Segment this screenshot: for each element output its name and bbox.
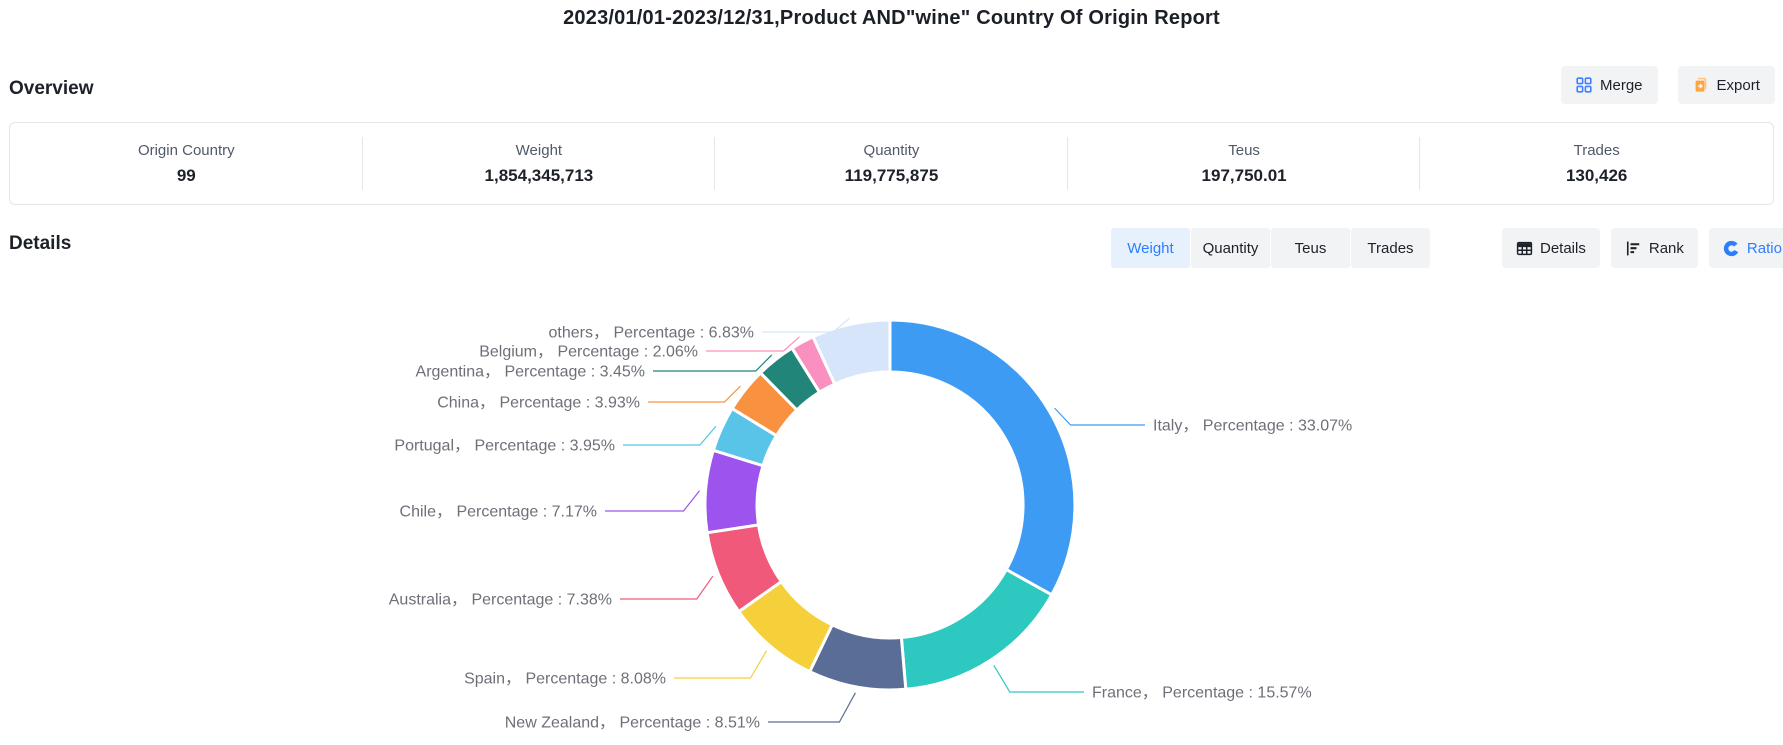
stat-label: Origin Country — [138, 142, 235, 159]
stat-trades: Trades 130,426 — [1420, 123, 1773, 204]
stat-value: 119,775,875 — [845, 166, 939, 186]
export-button-label: Export — [1717, 77, 1760, 94]
page-title: 2023/01/01-2023/12/31,Product AND"wine" … — [0, 7, 1783, 30]
stat-label: Weight — [516, 142, 562, 159]
pie-label-china: China， Percentage : 3.93% — [437, 395, 640, 412]
overview-stats-card: Origin Country 99 Weight 1,854,345,713 Quant… — [9, 122, 1774, 205]
export-icon — [1693, 77, 1709, 93]
pie-label-belgium: Belgium， Percentage : 2.06% — [479, 344, 698, 361]
pie-label-spain: Spain， Percentage : 8.08% — [464, 671, 666, 688]
pie-svg: Italy， Percentage : 33.07% France， Percen… — [0, 245, 1783, 745]
top-buttons: Merge Export — [1561, 66, 1775, 104]
ratio-pie-chart: Italy， Percentage : 33.07% France， Percen… — [0, 245, 1783, 745]
export-button[interactable]: Export — [1678, 66, 1775, 104]
stat-label: Teus — [1228, 142, 1260, 159]
pie-segment-france[interactable] — [901, 570, 1051, 690]
merge-icon — [1576, 77, 1592, 93]
pie-label-line-spain — [674, 651, 767, 678]
overview-heading: Overview — [9, 78, 94, 100]
pie-label-line-new-zealand — [768, 693, 855, 722]
stat-quantity: Quantity 119,775,875 — [715, 123, 1068, 204]
stat-value: 197,750.01 — [1202, 166, 1287, 186]
pie-label-australia: Australia， Percentage : 7.38% — [389, 592, 612, 609]
stat-origin-country: Origin Country 99 — [10, 123, 363, 204]
stat-value: 130,426 — [1566, 166, 1627, 186]
stat-value: 1,854,345,713 — [485, 166, 594, 186]
pie-label-italy: Italy， Percentage : 33.07% — [1153, 418, 1352, 435]
pie-label-france: France， Percentage : 15.57% — [1092, 685, 1312, 702]
stat-label: Quantity — [864, 142, 920, 159]
stat-value: 99 — [177, 166, 196, 186]
pie-label-line-portugal — [623, 426, 716, 445]
merge-button[interactable]: Merge — [1561, 66, 1658, 104]
pie-label-line-italy — [1055, 408, 1145, 425]
pie-label-line-others — [762, 318, 849, 332]
pie-segment-italy[interactable] — [890, 320, 1075, 595]
pie-label-line-australia — [620, 576, 713, 599]
merge-button-label: Merge — [1600, 77, 1643, 94]
pie-label-chile: Chile， Percentage : 7.17% — [400, 504, 597, 521]
pie-label-new-zealand: New Zealand， Percentage : 8.51% — [505, 715, 760, 732]
pie-label-line-china — [648, 386, 741, 402]
pie-label-argentina: Argentina， Percentage : 3.45% — [416, 364, 645, 381]
stat-weight: Weight 1,854,345,713 — [363, 123, 716, 204]
stat-label: Trades — [1574, 142, 1620, 159]
pie-label-portugal: Portugal， Percentage : 3.95% — [394, 438, 615, 455]
pie-label-others: others， Percentage : 6.83% — [549, 325, 754, 342]
stat-teus: Teus 197,750.01 — [1068, 123, 1421, 204]
pie-label-line-chile — [605, 491, 700, 511]
pie-label-line-france — [994, 665, 1084, 692]
